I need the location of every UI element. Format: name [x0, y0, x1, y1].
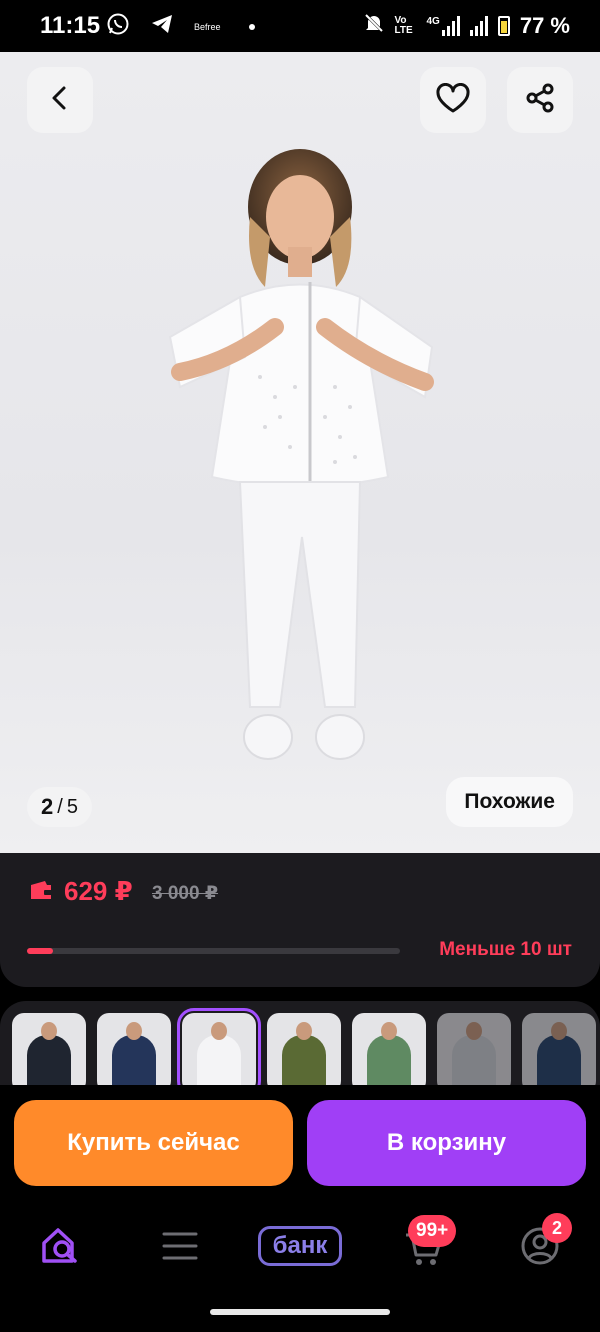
back-button[interactable] — [27, 67, 93, 133]
product-image-gallery[interactable]: 2 / 5 Похожие — [0, 52, 600, 853]
volte-label: Vo LTE — [394, 15, 413, 36]
price-panel: 629 ₽ 3 000 ₽ Меньше 10 шт — [0, 853, 600, 987]
image-counter-separator: / — [57, 795, 63, 818]
share-icon — [524, 82, 556, 119]
favorite-button[interactable] — [420, 67, 486, 133]
stock-text: Меньше 10 шт — [439, 939, 572, 960]
bottom-nav: банк 99+ 2 — [0, 1205, 600, 1332]
status-time: 11:15 — [40, 12, 101, 39]
nav-bank[interactable]: банк — [258, 1226, 342, 1266]
variant-model-head — [211, 1022, 227, 1040]
variant-thumbnail[interactable] — [177, 1008, 261, 1098]
product-photo — [168, 149, 434, 760]
menu-icon — [162, 1232, 198, 1260]
mute-icon — [363, 12, 385, 40]
add-to-cart-button[interactable]: В корзину — [307, 1100, 586, 1186]
battery-percent: 77 % — [519, 13, 570, 38]
signal-icon-2 — [469, 16, 488, 36]
telegram-icon — [150, 13, 174, 40]
current-price: 629 ₽ — [64, 876, 133, 906]
cart-badge: 99+ — [408, 1215, 457, 1247]
back-icon — [47, 85, 73, 116]
status-notifications: Befree — [106, 12, 255, 41]
network-type: 4G — [426, 16, 440, 27]
action-bar: Купить сейчас В корзину — [0, 1085, 600, 1205]
stock-bar — [27, 948, 400, 954]
variant-thumbnail[interactable] — [267, 1013, 341, 1093]
status-bar: 11:15 Befree Vo LTE 4G 77 % — [0, 0, 600, 52]
variant-thumbnail[interactable] — [12, 1013, 86, 1093]
home-indicator[interactable] — [210, 1309, 390, 1315]
bank-label: банк — [272, 1232, 328, 1259]
status-right: Vo LTE 4G 77 % — [363, 12, 570, 40]
nav-home[interactable] — [40, 1225, 82, 1270]
similar-button[interactable]: Похожие — [446, 777, 573, 827]
wallet-icon — [28, 879, 54, 906]
status-dot — [248, 23, 255, 30]
image-counter: 2 / 5 — [27, 787, 92, 827]
heart-icon — [436, 82, 470, 118]
variant-thumbnail[interactable] — [97, 1013, 171, 1093]
variant-model-head — [296, 1022, 312, 1040]
image-counter-current: 2 — [41, 794, 54, 819]
home-search-icon — [42, 1228, 77, 1263]
variant-model-head — [126, 1022, 142, 1040]
profile-badge: 2 — [542, 1213, 572, 1243]
old-price: 3 000 ₽ — [152, 883, 219, 904]
variant-model-head — [551, 1022, 567, 1040]
variant-model-head — [466, 1022, 482, 1040]
image-counter-total: 5 — [66, 795, 78, 818]
battery-icon — [497, 16, 510, 36]
status-app-label: Befree — [194, 21, 221, 32]
nav-catalog[interactable] — [162, 1231, 198, 1266]
share-button[interactable] — [507, 67, 573, 133]
whatsapp-icon — [106, 12, 130, 41]
variant-thumbnail[interactable] — [522, 1013, 596, 1093]
stock-bar-fill — [27, 948, 54, 954]
variant-model-head — [381, 1022, 397, 1040]
variant-thumbnail[interactable] — [352, 1013, 426, 1093]
variant-thumbnail[interactable] — [437, 1013, 511, 1093]
variant-model-head — [41, 1022, 57, 1040]
signal-icon: 4G — [427, 16, 460, 36]
buy-now-button[interactable]: Купить сейчас — [14, 1100, 293, 1186]
